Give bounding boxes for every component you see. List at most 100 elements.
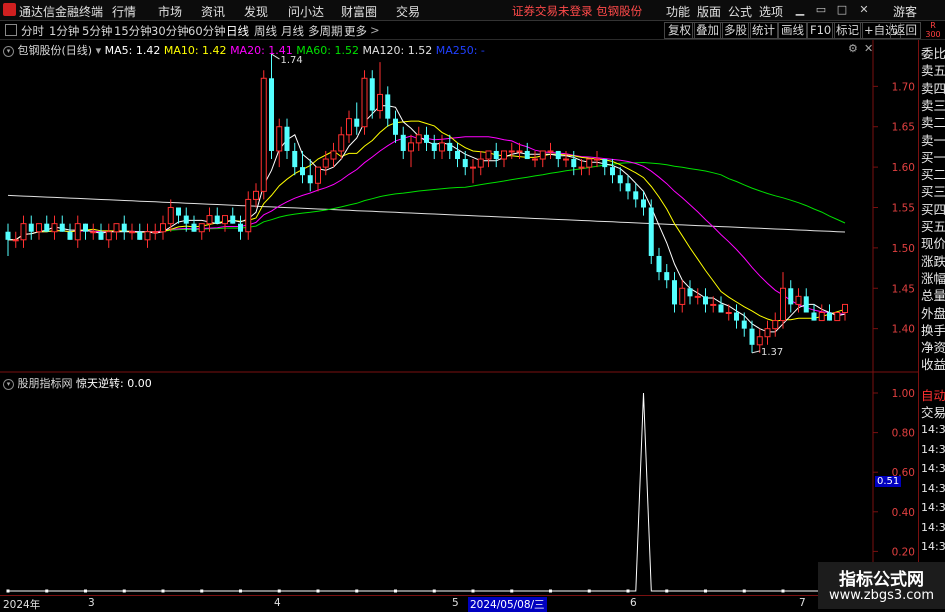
- candle-body: [718, 304, 724, 313]
- period-5min[interactable]: 5分钟: [82, 23, 112, 39]
- period-60min[interactable]: 60分钟: [188, 23, 226, 39]
- candle-body: [633, 191, 639, 200]
- period-weekly[interactable]: 周线: [254, 23, 277, 39]
- indicator-dot: [355, 589, 359, 593]
- candle-body: [20, 223, 27, 241]
- candle-body: [129, 231, 135, 234]
- quote-sidebar: 委比 卖五 卖四 卖三 卖二 卖一 买一 买二 买三 买四 买五 现价 涨跌 涨幅 总量 外盘 换手 净资 收益: [918, 40, 945, 373]
- candle-body: [322, 158, 329, 168]
- date-label-may: 5: [452, 597, 459, 609]
- legend-dropdown-icon[interactable]: ▾: [96, 44, 102, 57]
- menu-wealth[interactable]: 财富圈: [341, 3, 377, 20]
- multi-stock-button[interactable]: 多股: [720, 22, 751, 39]
- sidebar-item: 买五: [921, 219, 945, 234]
- menu-ask[interactable]: 问小达: [288, 3, 324, 20]
- candle-body: [74, 223, 81, 241]
- date-label-mar: 3: [88, 597, 95, 609]
- chart-settings-icon[interactable]: ⚙: [848, 42, 858, 55]
- draw-button[interactable]: 画线: [777, 22, 808, 39]
- maximize-button[interactable]: □: [833, 2, 851, 17]
- candle-body: [462, 159, 468, 168]
- ma250-legend: MA250: -: [435, 44, 485, 57]
- indicator-cursor-value: 0.51: [875, 476, 902, 487]
- toolbar-square-icon[interactable]: [5, 24, 17, 36]
- price-tick-label: 1.40: [892, 324, 915, 336]
- date-label-jun: 6: [630, 597, 637, 609]
- candle-body: [346, 118, 352, 136]
- candle-body: [687, 288, 693, 297]
- candle-body: [493, 150, 499, 160]
- menu-function[interactable]: 功能: [666, 3, 690, 20]
- period-daily[interactable]: 日线: [226, 23, 249, 39]
- candle-body: [393, 118, 398, 135]
- period-tick[interactable]: 分时: [21, 23, 44, 39]
- f10-button[interactable]: F10: [806, 22, 836, 39]
- corner-badge: R 300: [925, 21, 941, 39]
- menu-discover[interactable]: 发现: [244, 3, 268, 20]
- stats-button[interactable]: 统计: [748, 22, 779, 39]
- sidebar-item: 卖四: [921, 80, 945, 96]
- candle-body: [563, 158, 569, 161]
- menu-quotes[interactable]: 行情: [112, 3, 136, 20]
- period-monthly[interactable]: 月线: [281, 23, 304, 39]
- candle-body: [377, 93, 383, 112]
- candle-body: [44, 223, 50, 232]
- menu-market[interactable]: 市场: [158, 3, 182, 20]
- candle-body: [539, 150, 546, 160]
- candle-body: [578, 166, 585, 169]
- date-label-year: 2024年: [3, 599, 41, 611]
- close-button[interactable]: ✕: [855, 2, 873, 17]
- sidebar-item: 买三: [921, 184, 945, 200]
- watermark-title: 指标公式网: [839, 570, 924, 590]
- candle-body: [183, 215, 189, 224]
- chart-close-icon[interactable]: ✕: [864, 42, 873, 55]
- date-cursor-label: 2024/05/08/三: [468, 597, 547, 612]
- candle-body: [788, 288, 794, 305]
- restore-button[interactable]: ▭: [812, 2, 830, 17]
- indicator-tick-label: 0.80: [892, 428, 915, 440]
- indicator-toggle-icon[interactable]: ▾: [3, 378, 14, 390]
- ma60-legend: MA60: 1.52: [296, 44, 359, 57]
- minimize-button[interactable]: ▁: [791, 2, 809, 17]
- menu-options[interactable]: 选项: [759, 3, 783, 20]
- candle-body: [594, 158, 600, 161]
- candle-body: [501, 150, 507, 160]
- candle-body: [415, 134, 422, 144]
- indicator-chart[interactable]: 1.000.800.600.400.20: [0, 373, 918, 595]
- price-tick-label: 1.60: [892, 162, 915, 174]
- period-30min[interactable]: 30分钟: [151, 23, 189, 39]
- trade-item[interactable]: 交易: [921, 402, 945, 421]
- legend-toggle-icon[interactable]: ▾: [3, 45, 14, 57]
- price-chart[interactable]: 1.701.651.601.551.501.451.40 1.741.37: [0, 40, 918, 373]
- menu-trade[interactable]: 交易: [396, 3, 420, 20]
- candle-body: [555, 150, 561, 160]
- menu-layout[interactable]: 版面: [697, 3, 721, 20]
- sidebar-item: 买一: [921, 149, 945, 165]
- candle-body: [741, 320, 747, 329]
- candle-body: [641, 199, 646, 208]
- login-notice[interactable]: 证券交易未登录 包钢股份: [512, 3, 642, 19]
- candle-body: [284, 126, 290, 151]
- indicator-dot: [432, 589, 436, 593]
- candle-body: [524, 150, 530, 160]
- period-multi[interactable]: 多周期: [308, 23, 343, 39]
- candle-body: [656, 255, 662, 273]
- more-chevron-icon[interactable]: >: [370, 23, 380, 37]
- date-label-jul: 7: [799, 597, 806, 609]
- period-1min[interactable]: 1分钟: [49, 23, 79, 39]
- candle-body: [245, 198, 252, 233]
- indicator-dot: [84, 589, 87, 593]
- overlay-button[interactable]: 叠加: [692, 22, 723, 39]
- candle-body: [408, 142, 414, 152]
- back-button[interactable]: 返回: [890, 22, 921, 39]
- indicator-dot: [394, 589, 397, 593]
- mark-button[interactable]: 标记: [832, 22, 863, 39]
- user-label[interactable]: 游客: [893, 3, 917, 20]
- sidebar-item: 总量: [921, 288, 945, 304]
- period-more[interactable]: 更多: [344, 23, 367, 39]
- adjust-button[interactable]: 复权: [664, 22, 695, 39]
- menu-formula[interactable]: 公式: [728, 3, 752, 20]
- period-15min[interactable]: 15分钟: [114, 23, 152, 39]
- price-tick-label: 1.65: [892, 122, 915, 134]
- menu-news[interactable]: 资讯: [201, 3, 225, 20]
